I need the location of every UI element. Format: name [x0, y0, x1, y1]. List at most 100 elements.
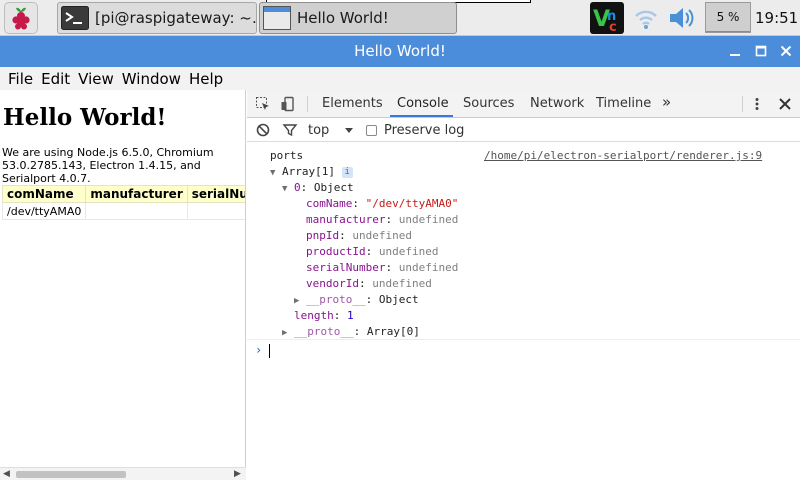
- console-prop-row: productId: undefined: [306, 245, 439, 258]
- table-cell: [85, 202, 188, 220]
- toolbar-divider: [742, 96, 743, 112]
- console-object-row[interactable]: ▼ 0: Object: [282, 181, 354, 196]
- inspect-element-icon[interactable]: [255, 96, 271, 112]
- proto-type: Array[0]: [366, 325, 420, 338]
- info-icon[interactable]: i: [341, 166, 353, 178]
- console-toolbar: top Preserve log: [247, 118, 800, 142]
- object-type: Object: [313, 181, 354, 194]
- scrollbar-thumb[interactable]: [16, 471, 126, 478]
- tab-sources[interactable]: Sources: [463, 96, 514, 111]
- table-header-row: comName manufacturer serialNu: [1, 185, 245, 203]
- taskbar-item-terminal[interactable]: [pi@raspigateway: ~…: [57, 2, 257, 34]
- length-value: 1: [347, 309, 354, 322]
- menubar: File Edit View Window Help: [0, 67, 800, 90]
- table-cell: [186, 202, 245, 220]
- prop-value: undefined: [398, 261, 459, 274]
- filter-icon[interactable]: [282, 122, 298, 138]
- console-array-row[interactable]: ▼ Array[1] i: [270, 165, 353, 180]
- console-proto-row[interactable]: ▶ __proto__: Object: [294, 293, 419, 308]
- devtools-tabbar: Elements Console Sources Network Timelin…: [247, 90, 800, 118]
- prop-value: undefined: [352, 229, 412, 242]
- maximize-button[interactable]: [750, 40, 772, 62]
- array-label: Array[1]: [282, 165, 336, 178]
- console-prop-row: comName: "/dev/ttyAMA0": [306, 197, 459, 210]
- column-header-serialnumber: serialNu: [186, 185, 245, 203]
- console-length-row: length: 1: [294, 309, 354, 322]
- context-selector[interactable]: top: [308, 123, 329, 138]
- proto-key: __proto__: [306, 293, 366, 306]
- prop-key: vendorId: [306, 277, 359, 290]
- toolbar-divider: [307, 96, 308, 112]
- kebab-menu-icon[interactable]: [749, 96, 765, 112]
- menu-view[interactable]: View: [78, 70, 114, 88]
- devtools-panel: Elements Console Sources Network Timelin…: [247, 90, 800, 480]
- raspberry-icon: [12, 7, 30, 30]
- menu-file[interactable]: File: [8, 70, 33, 88]
- source-link[interactable]: /home/pi/electron-serialport/renderer.js…: [484, 149, 762, 163]
- svg-text:c: c: [609, 20, 617, 34]
- scroll-right-icon[interactable]: ▶: [234, 469, 241, 479]
- console-array-proto-row[interactable]: ▶ __proto__: Array[0]: [282, 325, 420, 340]
- menu-edit[interactable]: Edit: [41, 70, 70, 88]
- console-prop-row: serialNumber: undefined: [306, 261, 459, 274]
- collapse-triangle-icon[interactable]: ▶: [282, 328, 287, 338]
- prop-key: productId: [306, 245, 366, 258]
- preserve-log-checkbox[interactable]: [366, 125, 377, 136]
- collapse-triangle-icon[interactable]: ▶: [294, 296, 299, 306]
- column-header-comname: comName: [1, 185, 87, 203]
- proto-key: __proto__: [294, 325, 354, 338]
- menu-window[interactable]: Window: [122, 70, 181, 88]
- console-message-divider: [247, 339, 800, 340]
- close-devtools-icon[interactable]: [777, 96, 793, 112]
- expand-triangle-icon[interactable]: ▼: [282, 184, 287, 194]
- page-viewport: Hello World! We are using Node.js 6.5.0,…: [0, 90, 246, 480]
- horizontal-scrollbar[interactable]: ◀ ▶: [0, 467, 246, 480]
- wifi-icon[interactable]: [633, 6, 659, 32]
- console-log-label: ports: [270, 149, 304, 162]
- close-window-button[interactable]: [775, 40, 797, 62]
- taskbar-item-hello-world[interactable]: Hello World!: [259, 2, 457, 34]
- cpu-monitor[interactable]: 5 %: [705, 2, 751, 33]
- taskbar: [pi@raspigateway: ~… Hello World! V n c …: [0, 0, 800, 36]
- terminal-icon: [61, 6, 89, 30]
- maximize-icon: [755, 45, 767, 57]
- device-mode-icon[interactable]: [280, 96, 296, 112]
- table-row: /dev/ttyAMA0: [1, 202, 245, 220]
- console-prompt-icon: ›: [255, 343, 263, 357]
- expand-triangle-icon[interactable]: ▼: [270, 168, 275, 178]
- prop-key: comName: [306, 197, 353, 210]
- page-heading: Hello World!: [3, 104, 167, 131]
- tab-elements[interactable]: Elements: [322, 96, 383, 111]
- console-output: ports /home/pi/electron-serialport/rende…: [247, 143, 800, 480]
- preserve-log-label: Preserve log: [384, 123, 465, 138]
- prop-value: undefined: [372, 277, 432, 290]
- taskbar-item-label: [pi@raspigateway: ~…: [95, 9, 257, 27]
- prop-value: undefined: [398, 213, 459, 226]
- proto-type: Object: [378, 293, 419, 306]
- minimize-button[interactable]: [724, 40, 746, 62]
- window-titlebar[interactable]: Hello World!: [0, 36, 800, 67]
- clear-console-icon[interactable]: [255, 122, 271, 138]
- volume-icon[interactable]: [667, 5, 697, 31]
- prop-key: manufacturer: [306, 213, 386, 226]
- tab-network[interactable]: Network: [530, 96, 584, 111]
- tab-timeline[interactable]: Timeline: [596, 96, 651, 111]
- console-input[interactable]: [269, 344, 270, 358]
- more-tabs-button[interactable]: »: [662, 93, 671, 111]
- cpu-usage-text: 5 %: [716, 10, 740, 24]
- vnc-icon[interactable]: V n c: [590, 2, 624, 35]
- window-icon: [263, 6, 291, 30]
- object-index: 0: [294, 181, 301, 194]
- minimize-icon: [730, 54, 740, 56]
- clock[interactable]: 19:51: [755, 9, 798, 27]
- window-title: Hello World!: [354, 42, 446, 60]
- console-prop-row: manufacturer: undefined: [306, 213, 459, 226]
- prop-key: pnpId: [306, 229, 340, 242]
- console-prop-row: pnpId: undefined: [306, 229, 412, 242]
- tab-console[interactable]: Console: [397, 96, 449, 111]
- menu-help[interactable]: Help: [189, 70, 223, 88]
- scroll-left-icon[interactable]: ◀: [3, 469, 10, 479]
- chevron-down-icon[interactable]: [341, 122, 357, 138]
- table-cell: /dev/ttyAMA0: [1, 202, 87, 220]
- raspberry-pi-menu-button[interactable]: [4, 2, 38, 34]
